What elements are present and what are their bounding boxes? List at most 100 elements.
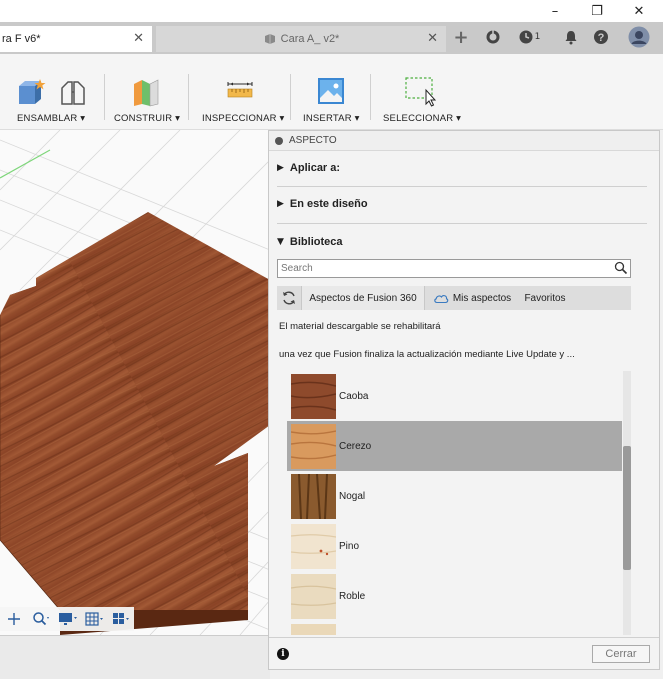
navigation-bar xyxy=(0,607,134,631)
refresh-icon[interactable] xyxy=(277,286,301,310)
nogal-swatch-icon xyxy=(291,474,336,519)
tab-label: Favoritos xyxy=(524,292,566,304)
tab-fusion-appearances[interactable]: Aspectos de Fusion 360 xyxy=(301,286,425,310)
tab-label: ra F v6* xyxy=(2,33,41,45)
component-icon xyxy=(264,34,275,44)
material-name: Cerezo xyxy=(339,440,372,452)
construction-plane-icon xyxy=(134,79,159,107)
tab-label: Mis aspectos xyxy=(452,292,512,304)
material-list: Caoba Cerezo Nogal Pino Roble xyxy=(287,371,631,635)
material-item-roble[interactable]: Roble xyxy=(287,571,622,621)
material-item-nogal[interactable]: Nogal xyxy=(287,471,622,521)
dialog-status-icon xyxy=(275,136,283,145)
model-canvas xyxy=(0,130,270,635)
close-tab-icon[interactable]: ✕ xyxy=(133,31,144,46)
tab-active-document[interactable]: ra F v6* ✕ xyxy=(0,26,152,52)
toolbar-divider xyxy=(370,74,371,120)
select-window-icon xyxy=(405,77,437,107)
inspect-group[interactable]: INSPECCIONAR ▾ xyxy=(192,54,286,130)
inspect-label: INSPECCIONAR ▾ xyxy=(202,113,285,124)
material-item-caoba[interactable]: Caoba xyxy=(287,371,622,421)
help-icon[interactable]: ? xyxy=(590,26,612,48)
caret-down-icon: ▼ xyxy=(277,237,284,247)
grid-settings-icon[interactable] xyxy=(84,609,107,629)
display-settings-icon[interactable] xyxy=(56,609,79,629)
material-name: Caoba xyxy=(339,390,369,402)
wood-board-top xyxy=(0,212,270,610)
in-design-label: En este diseño xyxy=(289,198,368,210)
info-icon[interactable]: i xyxy=(277,648,289,660)
material-item-pino[interactable]: Pino xyxy=(287,521,622,571)
toolbar-divider xyxy=(104,74,105,120)
search-input[interactable]: Search xyxy=(277,259,631,278)
material-item-cerezo[interactable]: Cerezo xyxy=(287,421,622,471)
download-message-line2: una vez que Fusion finaliza la actualiza… xyxy=(279,349,575,360)
select-label: SELECCIONAR ▾ xyxy=(383,113,462,124)
material-name: Nogal xyxy=(339,490,366,502)
restore-button[interactable]: ❐ xyxy=(577,0,617,22)
title-bar: – ❐ ✕ xyxy=(0,0,663,22)
dialog-title: ASPECTO xyxy=(289,135,337,146)
search-icon[interactable] xyxy=(614,261,628,275)
caret-right-icon: ▶ xyxy=(277,163,284,173)
toolbar-divider xyxy=(290,74,291,120)
job-status-icon[interactable]: 1 xyxy=(514,26,544,48)
library-label: Biblioteca xyxy=(289,236,343,248)
tab-inactive-document[interactable]: Cara A_ v2* ✕ xyxy=(156,26,446,52)
section-divider xyxy=(277,186,647,187)
caoba-swatch-icon xyxy=(291,374,336,419)
library-section[interactable]: ▼ Biblioteca xyxy=(277,232,343,252)
construct-label: CONSTRUIR ▾ xyxy=(114,113,181,124)
y-axis-line xyxy=(0,149,51,179)
svg-text:?: ? xyxy=(598,32,605,44)
close-tab-icon[interactable]: ✕ xyxy=(427,31,438,46)
canvas-viewport[interactable] xyxy=(0,130,270,635)
close-window-button[interactable]: ✕ xyxy=(619,0,659,22)
roble-swatch-icon xyxy=(291,574,336,619)
insert-image-icon xyxy=(318,78,344,104)
apply-to-label: Aplicar a: xyxy=(289,162,341,174)
scrollbar-thumb[interactable] xyxy=(623,446,631,570)
select-group[interactable]: SELECCIONAR ▾ xyxy=(374,54,468,130)
assemble-group[interactable]: ENSAMBLAR ▾ xyxy=(0,54,100,130)
apply-to-section[interactable]: ▶ Aplicar a: xyxy=(277,158,340,178)
insert-group[interactable]: INSERTAR ▾ xyxy=(294,54,368,130)
appearance-dialog: ASPECTO ▶ Aplicar a: ▶ En este diseño ▼ … xyxy=(268,130,660,670)
joint-icon xyxy=(61,81,85,105)
ribbon-toolbar: ENSAMBLAR ▾ CONSTRUIR ▾ INSPECCIONAR ▾ I… xyxy=(0,54,663,130)
measure-icon xyxy=(227,82,253,98)
library-tabs: Aspectos de Fusion 360 Mis aspectos Favo… xyxy=(277,286,631,310)
cloud-icon xyxy=(434,295,449,304)
fusion-360-window: – ❐ ✕ ra F v6* ✕ Cara A_ v2* ✕ + 1 ? ENS… xyxy=(0,0,663,679)
new-tab-icon[interactable]: + xyxy=(450,26,472,48)
tab-label: Aspectos de Fusion 360 xyxy=(309,292,417,304)
notifications-bell-icon[interactable] xyxy=(560,26,582,48)
section-divider xyxy=(277,223,647,224)
material-item-partial[interactable] xyxy=(287,621,622,635)
online-status-icon[interactable] xyxy=(482,26,504,48)
job-count: 1 xyxy=(534,32,541,42)
cerezo-swatch-icon xyxy=(291,424,336,469)
insert-label: INSERTAR ▾ xyxy=(303,113,360,124)
construct-group[interactable]: CONSTRUIR ▾ xyxy=(108,54,184,130)
toolbar-divider xyxy=(188,74,189,120)
download-message-line1: El material descargable se rehabilitará xyxy=(279,321,441,332)
viewports-icon[interactable] xyxy=(111,609,134,629)
tab-label: Cara A_ v2* xyxy=(280,33,340,45)
pino-swatch-icon xyxy=(291,524,336,569)
material-name: Pino xyxy=(339,540,360,552)
close-button[interactable]: Cerrar xyxy=(592,645,650,663)
material-name: Roble xyxy=(339,590,366,602)
tab-my-appearances[interactable]: Mis aspectos xyxy=(427,286,517,310)
minimize-button[interactable]: – xyxy=(535,0,575,22)
in-design-section[interactable]: ▶ En este diseño xyxy=(277,194,368,214)
caret-right-icon: ▶ xyxy=(277,199,284,209)
timeline-bar xyxy=(0,635,270,679)
tab-favorites[interactable]: Favoritos xyxy=(519,286,571,310)
pan-icon[interactable] xyxy=(2,609,25,629)
new-component-icon xyxy=(19,79,46,104)
user-avatar-icon[interactable] xyxy=(627,26,651,48)
zoom-icon[interactable] xyxy=(29,609,52,629)
dialog-title-bar[interactable]: ASPECTO xyxy=(269,131,659,151)
assemble-label: ENSAMBLAR ▾ xyxy=(17,113,86,124)
